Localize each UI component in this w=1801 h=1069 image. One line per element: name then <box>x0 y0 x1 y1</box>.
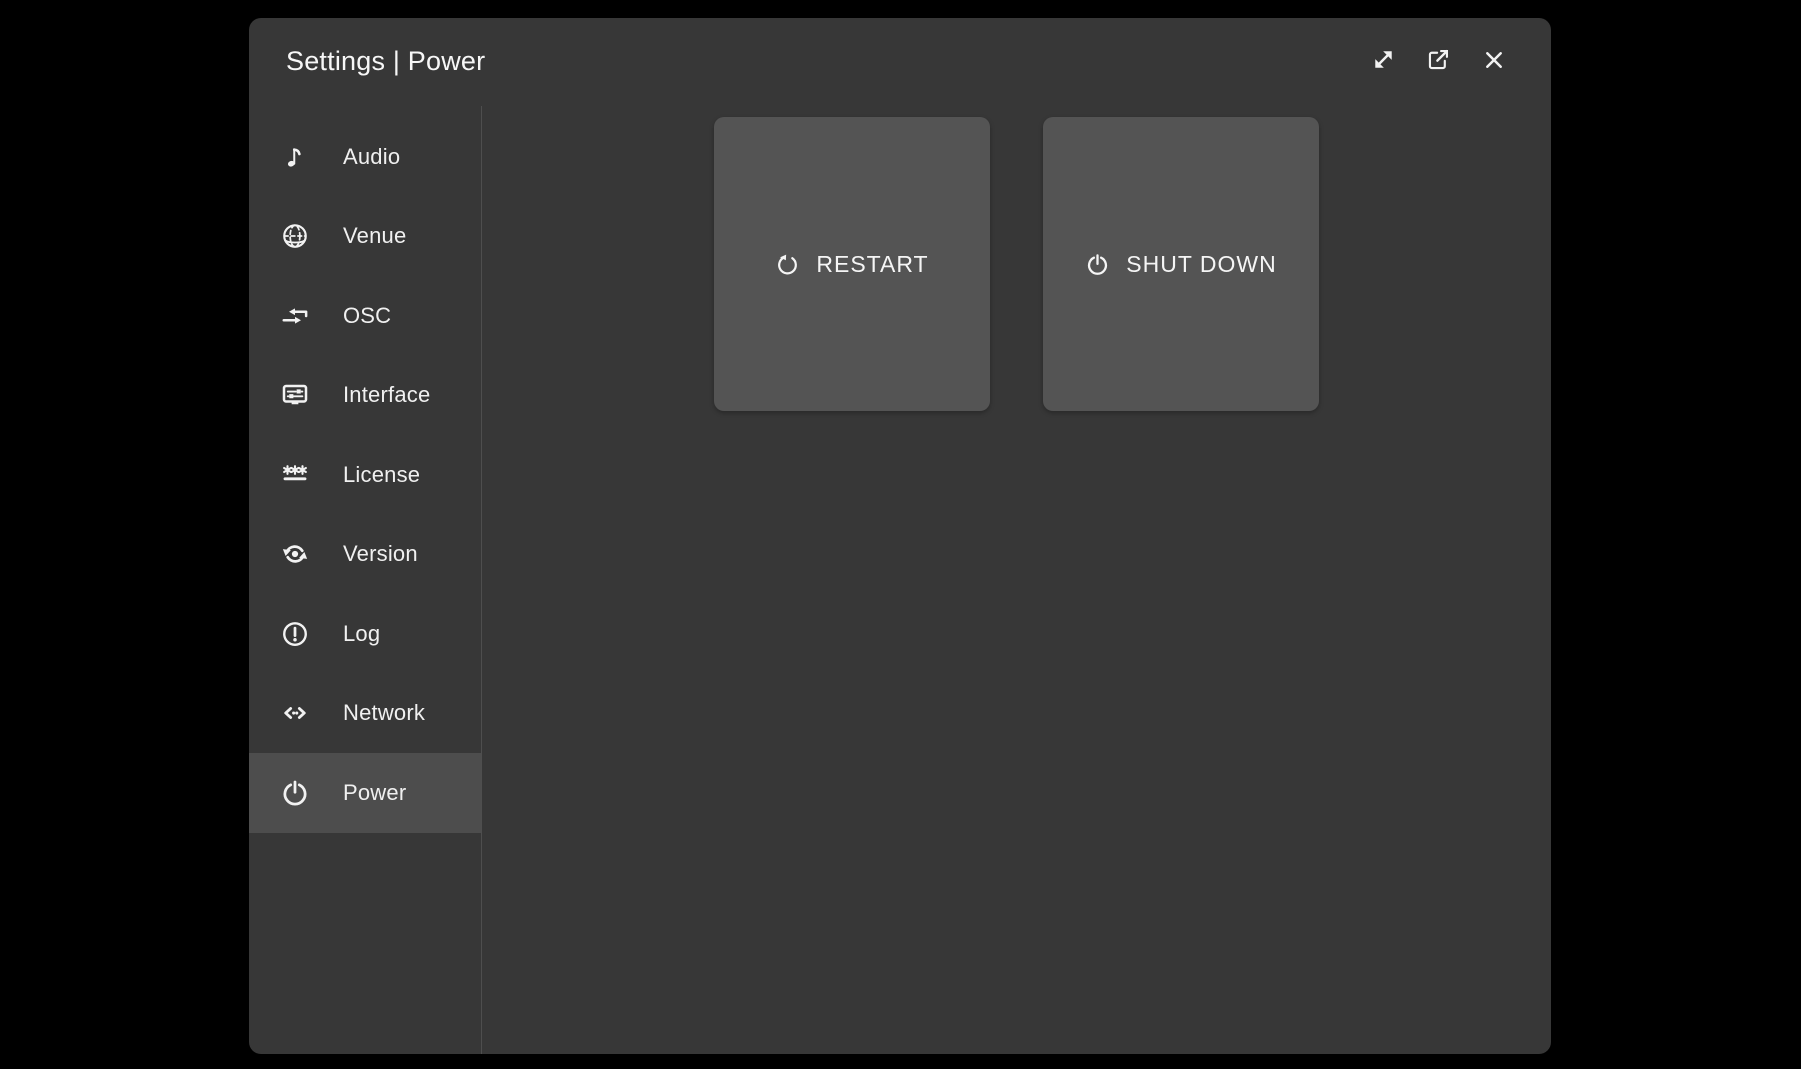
sidebar-item-label: Venue <box>343 223 406 249</box>
alert-circle-icon <box>279 618 311 650</box>
license-key-icon <box>279 459 311 491</box>
sidebar: Audio Venue OS <box>249 117 481 833</box>
sidebar-item-label: OSC <box>343 303 391 329</box>
osc-arrows-icon <box>279 300 311 332</box>
sidebar-item-label: Log <box>343 621 380 647</box>
network-icon <box>279 697 311 729</box>
sidebar-item-interface[interactable]: Interface <box>249 356 481 436</box>
monitor-sliders-icon <box>279 379 311 411</box>
power-icon <box>279 777 311 809</box>
sidebar-item-venue[interactable]: Venue <box>249 197 481 277</box>
sidebar-item-label: Audio <box>343 144 400 170</box>
sidebar-item-label: Version <box>343 541 418 567</box>
power-icon <box>1085 252 1110 277</box>
sidebar-item-network[interactable]: Network <box>249 674 481 754</box>
sidebar-item-label: Network <box>343 700 425 726</box>
page-title: Settings | Power <box>286 44 485 78</box>
sidebar-item-log[interactable]: Log <box>249 594 481 674</box>
sidebar-item-osc[interactable]: OSC <box>249 276 481 356</box>
settings-dialog: Settings | Power <box>249 18 1551 1054</box>
shut-down-button[interactable]: SHUT DOWN <box>1043 117 1319 411</box>
sidebar-item-label: Interface <box>343 382 430 408</box>
sidebar-item-label: License <box>343 462 420 488</box>
power-panel: RESTART SHUT DOWN <box>481 18 1551 1054</box>
sidebar-item-audio[interactable]: Audio <box>249 117 481 197</box>
restart-button-label: RESTART <box>816 251 928 278</box>
shut-down-button-label: SHUT DOWN <box>1126 251 1276 278</box>
sidebar-item-version[interactable]: Version <box>249 515 481 595</box>
restart-button[interactable]: RESTART <box>714 117 990 411</box>
sidebar-item-label: Power <box>343 780 406 806</box>
sidebar-item-license[interactable]: License <box>249 435 481 515</box>
sidebar-item-power[interactable]: Power <box>249 753 481 833</box>
restart-icon <box>775 252 800 277</box>
globe-icon <box>279 220 311 252</box>
music-note-icon <box>279 141 311 173</box>
sync-icon <box>279 538 311 570</box>
